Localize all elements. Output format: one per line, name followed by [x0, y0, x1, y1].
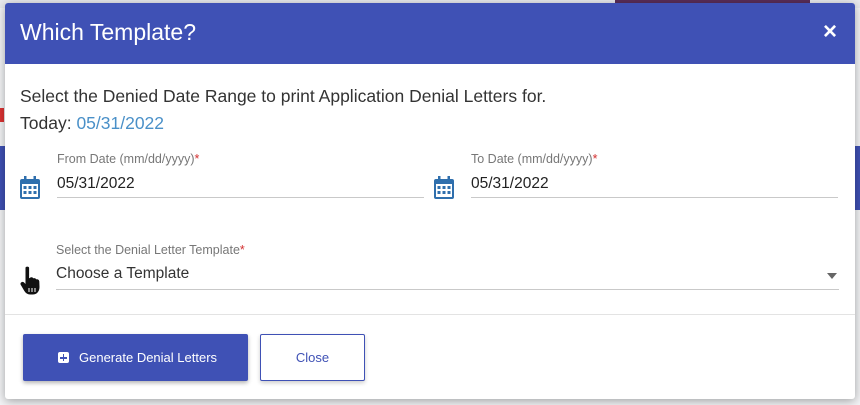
required-marker: *	[239, 243, 245, 257]
to-date-label-text: To Date (mm/dd/yyyy)	[471, 152, 593, 166]
close-icon[interactable]: ×	[818, 20, 842, 44]
from-date-label-text: From Date (mm/dd/yyyy)	[57, 152, 195, 166]
close-button-label: Close	[295, 350, 330, 365]
calendar-icon[interactable]	[433, 176, 455, 200]
from-date-label: From Date (mm/dd/yyyy)*	[57, 152, 199, 166]
instruction-text: Select the Denied Date Range to print Ap…	[20, 86, 547, 106]
pointer-hand-icon	[20, 266, 40, 295]
plus-square-icon	[58, 352, 69, 363]
required-marker: *	[194, 152, 200, 166]
background-accent	[0, 108, 4, 122]
to-date-input[interactable]	[471, 171, 838, 198]
template-label-text: Select the Denial Letter Template	[56, 243, 240, 257]
template-dialog: Which Template? × Select the Denied Date…	[5, 3, 855, 399]
dialog-header: Which Template? ×	[5, 3, 855, 64]
today-line: Today: 05/31/2022	[20, 113, 164, 134]
caret-down-icon	[827, 273, 837, 279]
dialog-title: Which Template?	[20, 19, 196, 45]
required-marker: *	[592, 152, 598, 166]
today-date: 05/31/2022	[76, 113, 165, 133]
generate-denial-letters-button[interactable]: Generate Denial Letters	[23, 334, 248, 381]
template-select-value: Choose a Template	[56, 265, 190, 282]
calendar-icon[interactable]	[19, 176, 41, 200]
to-date-label: To Date (mm/dd/yyyy)*	[471, 152, 597, 166]
template-label: Select the Denial Letter Template*	[56, 243, 245, 257]
template-select[interactable]: Choose a Template	[56, 265, 839, 290]
generate-button-label: Generate Denial Letters	[79, 350, 218, 365]
from-date-input[interactable]	[57, 171, 424, 198]
footer-divider	[5, 314, 855, 315]
close-button[interactable]: Close	[260, 334, 365, 381]
today-label: Today:	[20, 113, 72, 133]
